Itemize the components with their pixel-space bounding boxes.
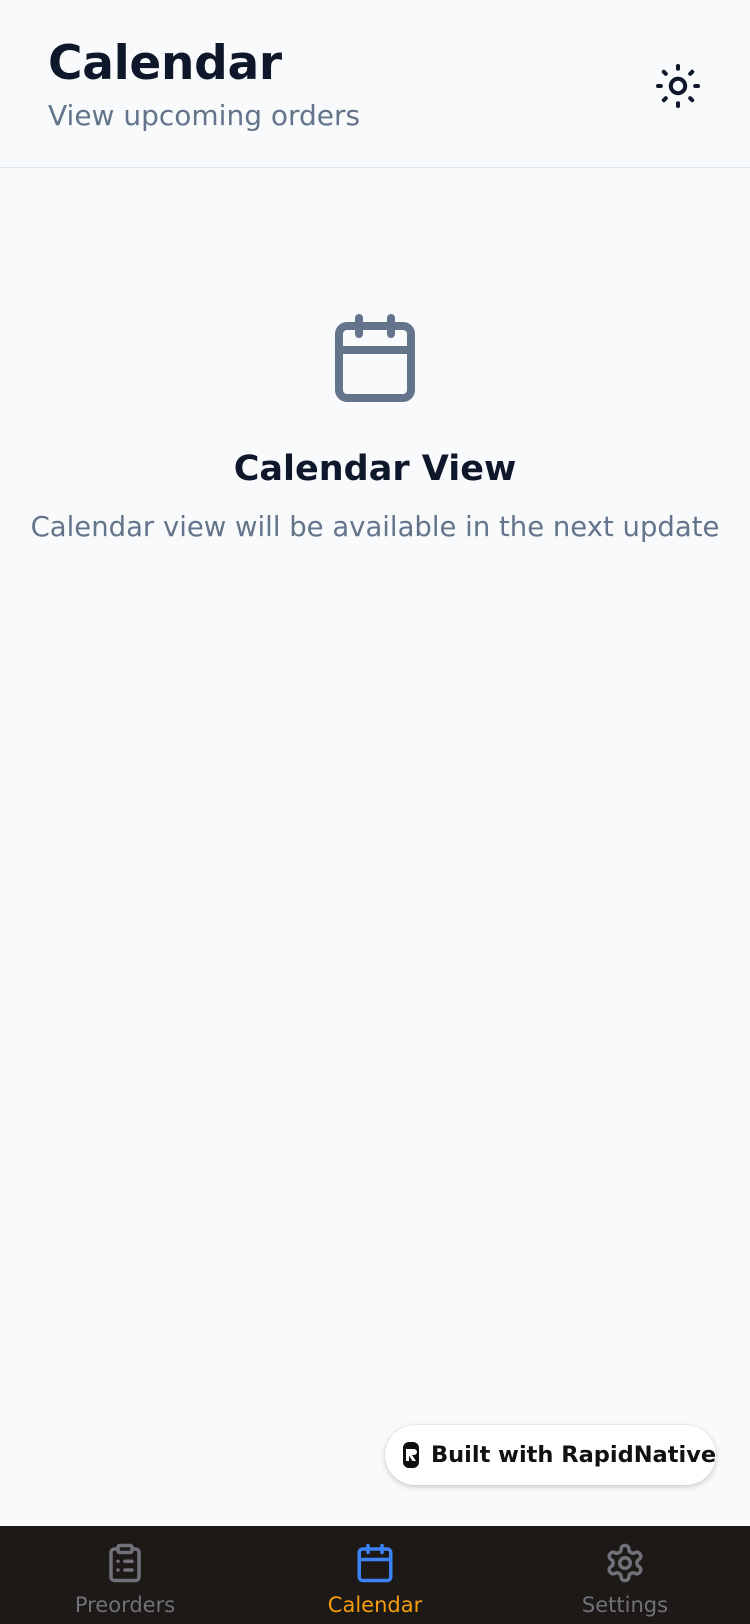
built-with-label: Built with RapidNative	[431, 1442, 717, 1468]
app-header: Calendar View upcoming orders	[0, 0, 750, 168]
gear-icon	[607, 1543, 643, 1583]
empty-state-description: Calendar view will be available in the n…	[30, 511, 720, 543]
calendar-icon	[357, 1543, 393, 1583]
clipboard-list-icon	[109, 1543, 141, 1583]
rapidnative-logo-icon	[403, 1442, 419, 1468]
tab-settings-label: Settings	[581, 1593, 669, 1617]
built-with-badge[interactable]: Built with RapidNative	[385, 1425, 716, 1485]
tab-calendar[interactable]: Calendar	[250, 1526, 500, 1624]
empty-state: Calendar View Calendar view will be avai…	[0, 310, 750, 546]
page-subtitle: View upcoming orders	[48, 99, 361, 132]
page-title: Calendar	[48, 36, 282, 91]
calendar-icon	[335, 314, 415, 402]
sun-icon	[656, 64, 700, 108]
tab-preorders-label: Preorders	[74, 1593, 176, 1617]
empty-state-title: Calendar View	[233, 449, 517, 489]
tab-settings[interactable]: Settings	[500, 1526, 750, 1624]
bottom-tab-bar: Preorders Calendar Settings	[0, 1526, 750, 1624]
tab-preorders[interactable]: Preorders	[0, 1526, 250, 1624]
theme-toggle-button[interactable]	[650, 58, 706, 114]
tab-calendar-label: Calendar	[327, 1593, 423, 1617]
